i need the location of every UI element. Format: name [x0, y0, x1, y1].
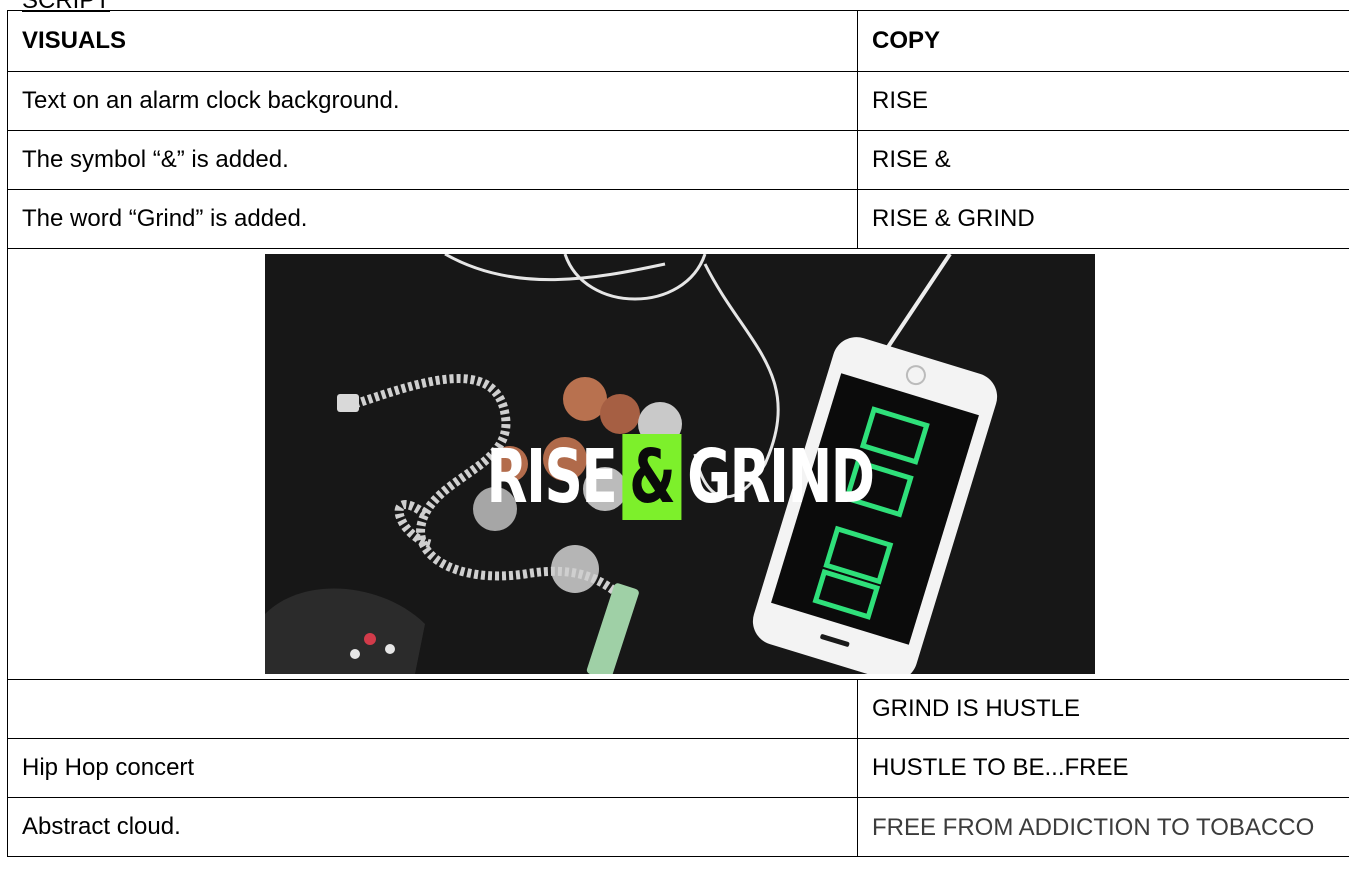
copy-cell: RISE — [857, 71, 1349, 131]
image-row: RISE & GRIND — [7, 248, 1349, 680]
visual-cell: Hip Hop concert — [7, 738, 858, 798]
visuals-header: VISUALS — [7, 10, 858, 72]
visual-cell: The word “Grind” is added. — [7, 189, 858, 249]
copy-cell: RISE & — [857, 130, 1349, 190]
rise-and-grind-frame: RISE & GRIND — [265, 254, 1095, 674]
script-table: VISUALS COPY Text on an alarm clock back… — [7, 10, 1349, 857]
table-header-row: VISUALS COPY — [7, 10, 1349, 72]
copy-cell: GRIND IS HUSTLE — [857, 679, 1349, 739]
remote-button — [364, 633, 376, 645]
title-grind: GRIND — [687, 434, 875, 520]
visual-cell: The symbol “&” is added. — [7, 130, 858, 190]
title-ampersand: & — [622, 434, 682, 520]
visual-cell: Abstract cloud. — [7, 797, 858, 857]
image-cell: RISE & GRIND — [7, 248, 1349, 680]
table-row: GRIND IS HUSTLE — [7, 679, 1349, 739]
table-row: The word “Grind” is added. RISE & GRIND — [7, 189, 1349, 249]
copy-cell: HUSTLE TO BE...FREE — [857, 738, 1349, 798]
rise-and-grind-title: RISE & GRIND — [381, 434, 979, 520]
table-row: Text on an alarm clock background. RISE — [7, 71, 1349, 131]
table-row: Abstract cloud. FREE FROM ADDICTION TO T… — [7, 797, 1349, 857]
copy-cell: RISE & GRIND — [857, 189, 1349, 249]
copy-cell: FREE FROM ADDICTION TO TOBACCO — [857, 797, 1349, 857]
remote-button — [350, 649, 360, 659]
table-row: Hip Hop concert HUSTLE TO BE...FREE — [7, 738, 1349, 798]
copy-header: COPY — [857, 10, 1349, 72]
table-row: The symbol “&” is added. RISE & — [7, 130, 1349, 190]
visual-cell: Text on an alarm clock background. — [7, 71, 858, 131]
visual-cell — [7, 679, 858, 739]
title-rise: RISE — [486, 434, 617, 520]
remote-button — [385, 644, 395, 654]
chain-clasp — [337, 394, 359, 412]
